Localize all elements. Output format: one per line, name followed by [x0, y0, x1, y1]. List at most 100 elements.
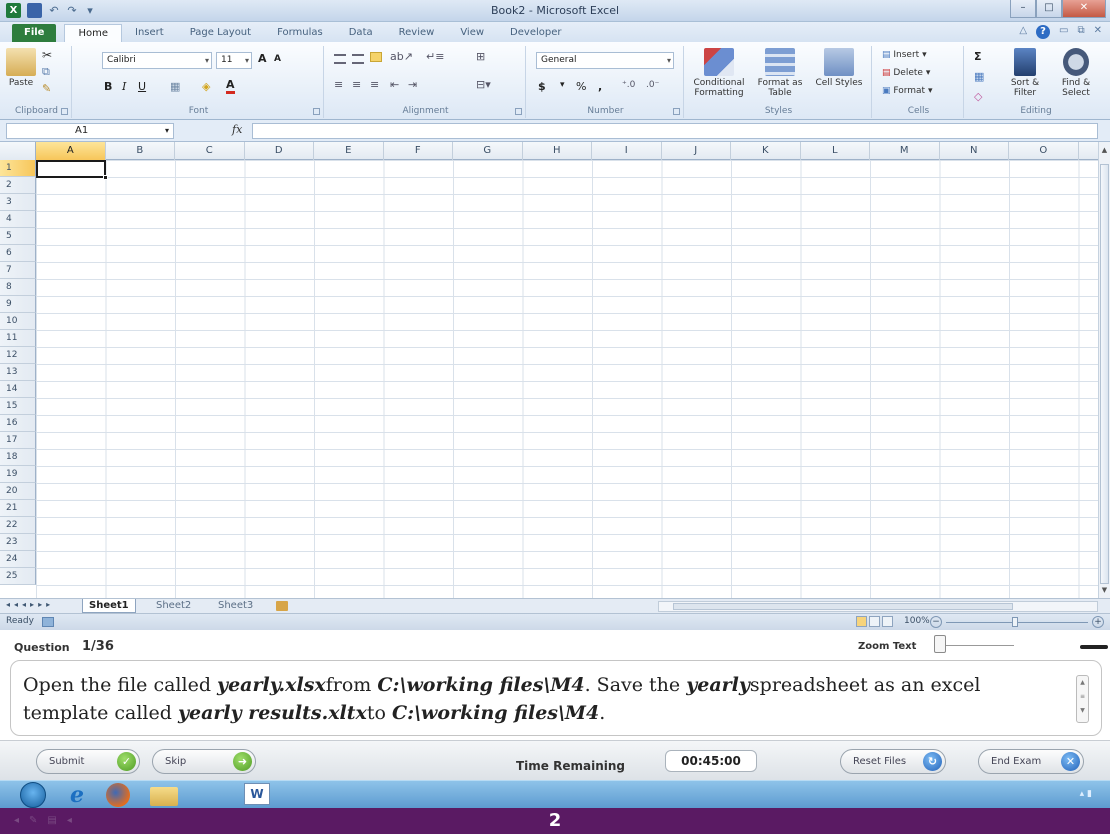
- grow-font-icon[interactable]: A: [258, 52, 267, 65]
- increase-indent-icon[interactable]: ⇥: [408, 78, 417, 91]
- workbook-close-icon[interactable]: ✕: [1094, 25, 1102, 39]
- conditional-formatting-button[interactable]: Conditional Formatting: [690, 48, 748, 98]
- row-header[interactable]: 1: [0, 160, 36, 177]
- help-icon[interactable]: ?: [1036, 25, 1051, 39]
- skip-button[interactable]: Skip ➜: [152, 749, 256, 774]
- tab-view[interactable]: View: [447, 24, 497, 42]
- sheet-tab-3[interactable]: Sheet3: [212, 599, 259, 613]
- fill-icon[interactable]: ▦: [974, 70, 984, 83]
- row-header[interactable]: 20: [0, 483, 36, 500]
- tab-page-layout[interactable]: Page Layout: [177, 24, 264, 42]
- normal-view-icon[interactable]: [856, 616, 867, 627]
- reset-files-button[interactable]: Reset Files ↻: [840, 749, 946, 774]
- column-header[interactable]: C: [175, 142, 245, 160]
- row-header[interactable]: 4: [0, 211, 36, 228]
- minimize-button[interactable]: –: [1010, 0, 1036, 18]
- font-name-combo[interactable]: Calibri ▾: [102, 52, 212, 69]
- insert-cells-button[interactable]: ▤ Insert ▾: [882, 50, 927, 60]
- insert-function-icon[interactable]: fx: [232, 123, 242, 136]
- comma-button[interactable]: ,: [598, 80, 602, 93]
- system-tray-icon[interactable]: ▴ ▮: [1080, 789, 1092, 799]
- row-header[interactable]: 23: [0, 534, 36, 551]
- orientation-icon[interactable]: ab↗: [390, 50, 413, 63]
- sort-filter-button[interactable]: Sort & Filter: [1002, 48, 1048, 98]
- row-header[interactable]: 3: [0, 194, 36, 211]
- underline-button[interactable]: U: [138, 80, 146, 93]
- cell-area[interactable]: [36, 160, 1098, 598]
- windows-start-icon[interactable]: [20, 782, 46, 808]
- row-header[interactable]: 18: [0, 449, 36, 466]
- page-break-view-icon[interactable]: [882, 616, 893, 627]
- row-header[interactable]: 10: [0, 313, 36, 330]
- fill-color-icon[interactable]: ◈: [202, 80, 210, 93]
- column-header[interactable]: H: [523, 142, 592, 160]
- row-header[interactable]: 15: [0, 398, 36, 415]
- row-header[interactable]: 12: [0, 347, 36, 364]
- workbook-minimize-icon[interactable]: ▭: [1059, 25, 1068, 39]
- zoom-out-icon[interactable]: −: [930, 616, 942, 628]
- submit-button[interactable]: Submit ✓: [36, 749, 140, 774]
- collapse-panel-button[interactable]: [1080, 645, 1108, 649]
- column-header[interactable]: E: [314, 142, 384, 160]
- column-header[interactable]: J: [662, 142, 731, 160]
- zoom-text-slider[interactable]: [932, 635, 1014, 655]
- clipboard-launcher[interactable]: [61, 108, 68, 115]
- scroll-up-icon[interactable]: ▲: [1099, 146, 1110, 158]
- maximize-button[interactable]: □: [1036, 0, 1062, 18]
- vertical-scroll-thumb[interactable]: [1100, 164, 1109, 584]
- clear-icon[interactable]: ◇: [974, 90, 982, 103]
- column-header[interactable]: D: [245, 142, 314, 160]
- sheet-nav-arrows[interactable]: ◂◂◂▸▸▸: [6, 600, 54, 609]
- column-header[interactable]: I: [592, 142, 662, 160]
- end-exam-button[interactable]: End Exam ✕: [978, 749, 1084, 774]
- alignment-launcher[interactable]: [515, 108, 522, 115]
- find-select-button[interactable]: Find & Select: [1052, 48, 1100, 98]
- delete-cells-button[interactable]: ▤ Delete ▾: [882, 68, 930, 78]
- align-left-icon[interactable]: ≡: [334, 78, 343, 91]
- top-align-icon[interactable]: [334, 54, 346, 64]
- horizontal-scroll-thumb[interactable]: [673, 603, 1013, 610]
- copy-icon[interactable]: ⧉: [42, 65, 50, 79]
- middle-align-icon[interactable]: [352, 54, 364, 64]
- tab-file[interactable]: File: [12, 24, 57, 42]
- row-header[interactable]: 24: [0, 551, 36, 568]
- column-header[interactable]: N: [940, 142, 1009, 160]
- fill-handle[interactable]: [103, 175, 108, 180]
- vertical-scrollbar[interactable]: ▲ ▼: [1098, 142, 1110, 598]
- row-header[interactable]: 16: [0, 415, 36, 432]
- question-scrollbar[interactable]: ▲ ≡ ▼: [1076, 675, 1089, 723]
- number-format-combo[interactable]: General ▾: [536, 52, 674, 69]
- row-header[interactable]: 2: [0, 177, 36, 194]
- merge-center-icon[interactable]: ⊞: [476, 50, 485, 63]
- formula-input[interactable]: [252, 123, 1098, 139]
- row-header[interactable]: 17: [0, 432, 36, 449]
- row-header[interactable]: 11: [0, 330, 36, 347]
- paste-button[interactable]: Paste: [6, 48, 36, 88]
- cut-icon[interactable]: ✂: [42, 48, 52, 62]
- close-button[interactable]: ✕: [1062, 0, 1106, 18]
- cell-styles-button[interactable]: Cell Styles: [812, 48, 866, 88]
- number-launcher[interactable]: [673, 108, 680, 115]
- font-color-icon[interactable]: A: [226, 78, 235, 94]
- align-center-icon[interactable]: ≡: [352, 78, 361, 91]
- row-header[interactable]: 14: [0, 381, 36, 398]
- align-right-icon[interactable]: ≡: [370, 78, 379, 91]
- column-header[interactable]: G: [453, 142, 523, 160]
- name-box[interactable]: A1 ▾: [6, 123, 174, 139]
- row-header[interactable]: 13: [0, 364, 36, 381]
- borders-icon[interactable]: ▦: [170, 80, 180, 93]
- zoom-in-icon[interactable]: +: [1092, 616, 1104, 628]
- row-header[interactable]: 7: [0, 262, 36, 279]
- format-cells-button[interactable]: ▣ Format ▾: [882, 86, 932, 96]
- column-header[interactable]: L: [801, 142, 870, 160]
- macro-record-icon[interactable]: [42, 617, 54, 627]
- zoom-slider-knob[interactable]: [1012, 617, 1018, 627]
- row-header[interactable]: 8: [0, 279, 36, 296]
- bold-button[interactable]: B: [104, 80, 112, 93]
- row-header[interactable]: 21: [0, 500, 36, 517]
- currency-dropdown-icon[interactable]: ▾: [560, 80, 565, 90]
- wrap-text-icon[interactable]: ↵≡: [426, 50, 444, 63]
- row-header[interactable]: 22: [0, 517, 36, 534]
- file-explorer-icon[interactable]: [150, 787, 178, 806]
- sheet-tab-2[interactable]: Sheet2: [150, 599, 197, 613]
